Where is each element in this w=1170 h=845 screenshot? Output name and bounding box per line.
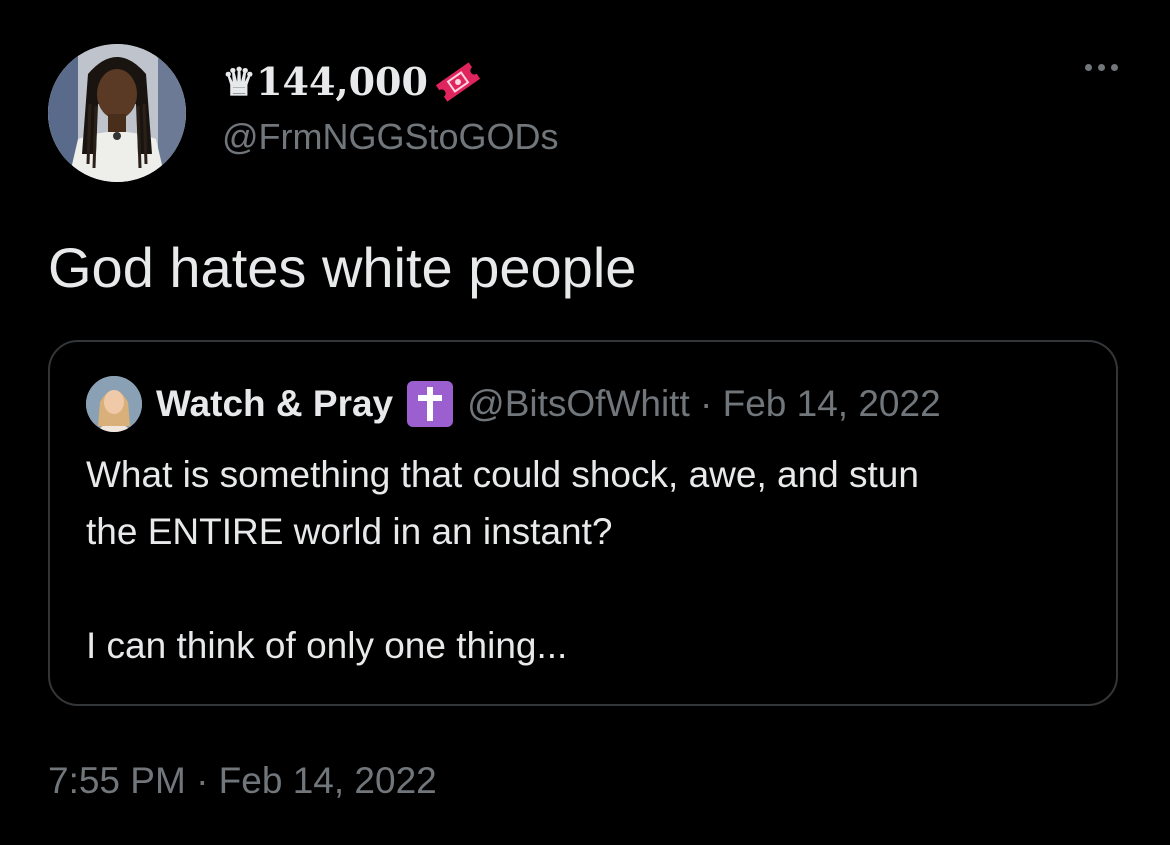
quoted-tweet-text: What is something that could shock, awe,…: [86, 446, 919, 674]
quoted-avatar-icon: [86, 376, 142, 432]
more-dot: [1098, 64, 1105, 71]
more-dot: [1085, 64, 1092, 71]
latin-cross-icon: [407, 381, 454, 427]
quoted-tweet-header: Watch & Pray @BitsOfWhitt · Feb 14, 2022: [156, 378, 941, 430]
author-avatar[interactable]: [48, 44, 186, 182]
author-handle[interactable]: @FrmNGGStoGODs: [222, 114, 559, 160]
tweet-timestamp[interactable]: 7:55 PM · Feb 14, 2022: [48, 756, 437, 806]
ticket-icon: [435, 62, 481, 102]
tweet-text: God hates white people: [48, 236, 637, 299]
quoted-author-avatar[interactable]: [86, 376, 142, 432]
tweet: ♛144,000 @FrmNGGStoGODs God hates white …: [0, 0, 1170, 845]
quoted-text-line: What is something that could shock, awe,…: [86, 454, 919, 495]
quoted-tweet-card[interactable]: Watch & Pray @BitsOfWhitt · Feb 14, 2022…: [48, 340, 1118, 706]
more-dot: [1111, 64, 1118, 71]
more-options-icon[interactable]: [1085, 64, 1118, 71]
author-display-name-text: ♛144,000: [222, 59, 428, 104]
avatar-illustration-icon: [48, 44, 186, 182]
quoted-text-line: the ENTIRE world in an instant?: [86, 511, 613, 552]
quoted-handle-date[interactable]: @BitsOfWhitt · Feb 14, 2022: [467, 378, 941, 430]
quoted-author-name[interactable]: Watch & Pray: [156, 378, 393, 430]
author-display-name[interactable]: ♛144,000: [222, 58, 484, 106]
quoted-text-line: I can think of only one thing...: [86, 625, 568, 666]
